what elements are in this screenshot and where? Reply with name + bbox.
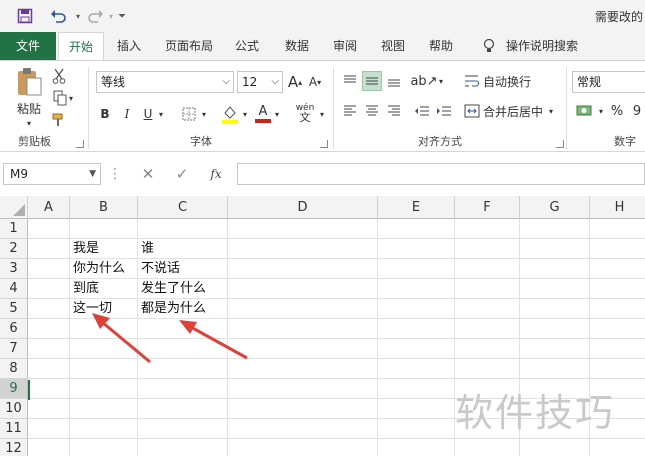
arrow-to-b5 bbox=[101, 320, 151, 364]
arrow-head-c5 bbox=[179, 320, 197, 334]
arrow-to-c5 bbox=[188, 324, 248, 360]
excel-window: ▾ ▾ ⏷ 需要改的 文件 开始 插入 页面布局 公式 数据 审阅 视图 帮助 … bbox=[0, 0, 645, 456]
watermark: 软件技巧 bbox=[455, 391, 616, 435]
